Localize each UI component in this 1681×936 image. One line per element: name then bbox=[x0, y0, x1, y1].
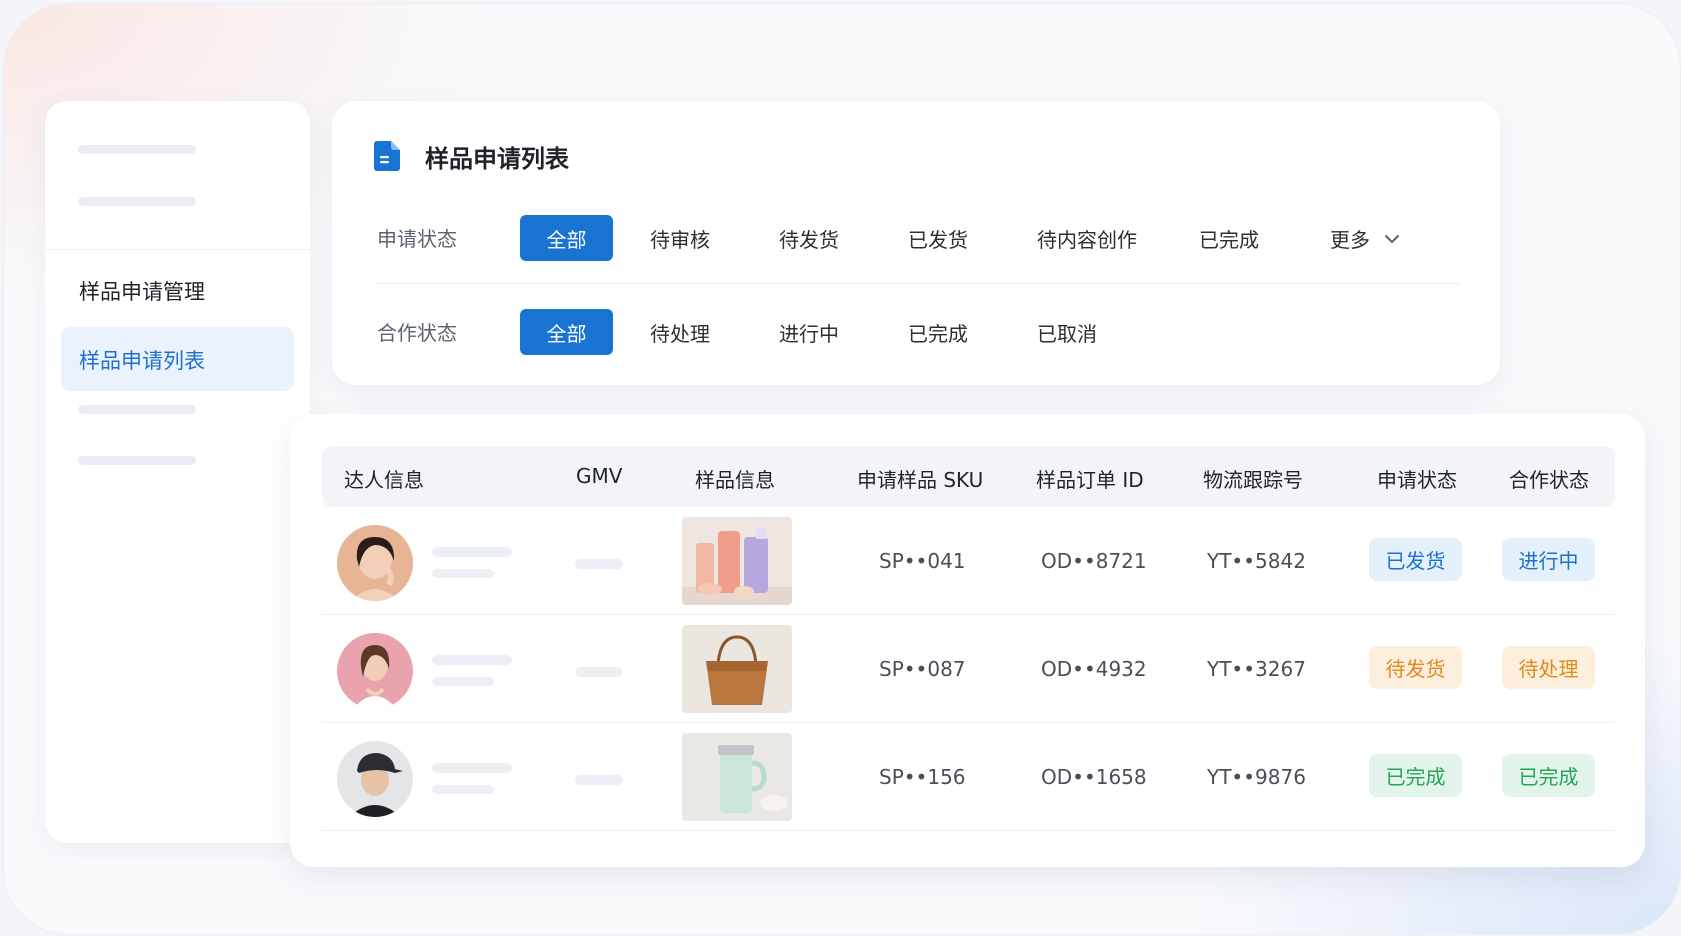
tracking-cell: YT••9876 bbox=[1207, 765, 1306, 789]
sidebar-item-sample-list[interactable]: 样品申请列表 bbox=[61, 327, 294, 391]
sidebar-divider bbox=[45, 249, 310, 250]
column-header-sku: 申请样品 SKU bbox=[857, 468, 984, 492]
coop-status-chip-in-progress[interactable]: 进行中 bbox=[779, 309, 839, 355]
column-header-apply-status: 申请状态 bbox=[1377, 468, 1457, 492]
tracking-cell: YT••3267 bbox=[1207, 657, 1306, 681]
coop-status-chip-all[interactable]: 全部 bbox=[520, 309, 613, 355]
table-row[interactable]: SP••087 OD••4932 YT••3267 待发货 待处理 bbox=[322, 615, 1615, 723]
coop-status-badge: 待处理 bbox=[1502, 646, 1595, 689]
influencer-meta-placeholder bbox=[432, 785, 494, 794]
apply-status-badge: 已发货 bbox=[1369, 538, 1462, 581]
column-header-sample-info: 样品信息 bbox=[695, 468, 775, 492]
sidebar: 样品申请管理 样品申请列表 bbox=[45, 101, 310, 843]
gmv-placeholder bbox=[575, 667, 623, 677]
chevron-down-icon bbox=[1385, 234, 1399, 243]
order-id-cell: OD••8721 bbox=[1041, 549, 1147, 573]
order-id-cell: OD••1658 bbox=[1041, 765, 1147, 789]
gmv-placeholder bbox=[575, 775, 623, 785]
apply-status-label: 申请状态 bbox=[377, 227, 457, 251]
sku-cell: SP••087 bbox=[879, 657, 966, 681]
influencer-meta-placeholder bbox=[432, 569, 494, 578]
table-card: 达人信息 GMV 样品信息 申请样品 SKU 样品订单 ID 物流跟踪号 申请状… bbox=[290, 414, 1645, 867]
table-header: 达人信息 GMV 样品信息 申请样品 SKU 样品订单 ID 物流跟踪号 申请状… bbox=[322, 446, 1615, 507]
order-id-cell: OD••4932 bbox=[1041, 657, 1147, 681]
more-dropdown[interactable]: 更多 bbox=[1330, 224, 1400, 253]
sidebar-skeleton-line bbox=[78, 405, 196, 414]
table-row[interactable]: SP••041 OD••8721 YT••5842 已发货 进行中 bbox=[322, 507, 1615, 615]
document-icon bbox=[374, 141, 400, 171]
sku-cell: SP••041 bbox=[879, 549, 966, 573]
apply-status-chip-pending-review[interactable]: 待审核 bbox=[650, 215, 710, 261]
table-row[interactable]: SP••156 OD••1658 YT••9876 已完成 已完成 bbox=[322, 723, 1615, 831]
product-image-cosmetics bbox=[682, 517, 792, 605]
apply-status-badge: 已完成 bbox=[1369, 754, 1462, 797]
apply-status-badge: 待发货 bbox=[1369, 646, 1462, 689]
sidebar-skeleton-line bbox=[78, 456, 196, 465]
influencer-name-placeholder bbox=[432, 547, 512, 557]
coop-status-chip-pending[interactable]: 待处理 bbox=[650, 309, 710, 355]
background-frame: 样品申请管理 样品申请列表 样品申请列表 申请状态 全部 待审核 待发货 已发货… bbox=[4, 4, 1680, 934]
coop-status-badge: 进行中 bbox=[1502, 538, 1595, 581]
avatar bbox=[337, 633, 413, 709]
influencer-name-placeholder bbox=[432, 763, 512, 773]
column-header-influencer: 达人信息 bbox=[344, 468, 424, 492]
gmv-placeholder bbox=[575, 559, 623, 569]
sidebar-group-title[interactable]: 样品申请管理 bbox=[79, 276, 205, 306]
sku-cell: SP••156 bbox=[879, 765, 966, 789]
product-image-tumbler bbox=[682, 733, 792, 821]
sidebar-item-label: 样品申请列表 bbox=[79, 349, 205, 373]
influencer-name-placeholder bbox=[432, 655, 512, 665]
apply-status-chip-pending-ship[interactable]: 待发货 bbox=[779, 215, 839, 261]
column-header-tracking: 物流跟踪号 bbox=[1203, 468, 1303, 492]
page-title: 样品申请列表 bbox=[425, 145, 569, 173]
filter-card: 样品申请列表 申请状态 全部 待审核 待发货 已发货 待内容创作 已完成 更多 … bbox=[332, 101, 1500, 385]
sidebar-skeleton-line bbox=[78, 145, 196, 154]
sidebar-skeleton-line bbox=[78, 197, 196, 206]
more-label: 更多 bbox=[1330, 228, 1370, 252]
column-header-order-id: 样品订单 ID bbox=[1036, 468, 1144, 492]
apply-status-chip-shipped[interactable]: 已发货 bbox=[908, 215, 968, 261]
avatar bbox=[337, 741, 413, 817]
filter-divider bbox=[374, 283, 1460, 284]
column-header-coop-status: 合作状态 bbox=[1509, 468, 1589, 492]
apply-status-chip-completed[interactable]: 已完成 bbox=[1199, 215, 1259, 261]
apply-status-chip-pending-content[interactable]: 待内容创作 bbox=[1037, 215, 1137, 261]
avatar bbox=[337, 525, 413, 601]
coop-status-chip-completed[interactable]: 已完成 bbox=[908, 309, 968, 355]
influencer-meta-placeholder bbox=[432, 677, 494, 686]
apply-status-chip-all[interactable]: 全部 bbox=[520, 215, 613, 261]
coop-status-chip-cancelled[interactable]: 已取消 bbox=[1037, 309, 1097, 355]
column-header-gmv: GMV bbox=[576, 464, 623, 488]
tracking-cell: YT••5842 bbox=[1207, 549, 1306, 573]
coop-status-badge: 已完成 bbox=[1502, 754, 1595, 797]
coop-status-label: 合作状态 bbox=[377, 321, 457, 345]
product-image-tote-bag bbox=[682, 625, 792, 713]
